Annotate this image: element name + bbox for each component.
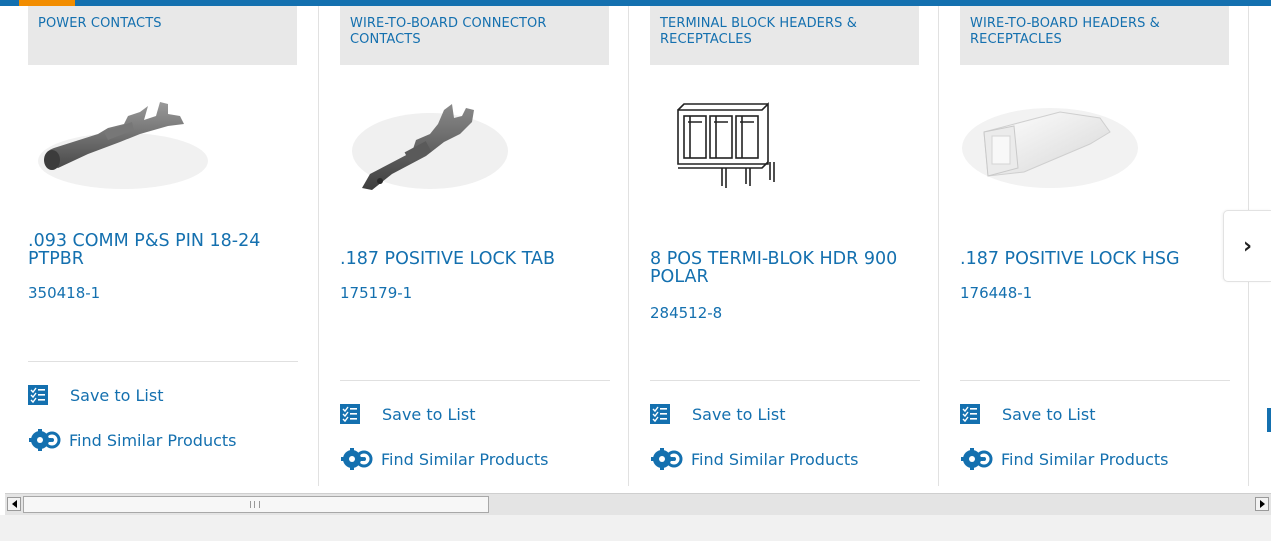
terminal-block-header-image[interactable] [650, 76, 919, 206]
product-name-link[interactable]: .187 POSITIVE LOCK TAB [340, 250, 620, 268]
save-to-list-button[interactable]: Save to List [650, 403, 785, 425]
tab-contact-image[interactable] [340, 76, 609, 206]
card-divider [28, 361, 298, 362]
find-similar-label: Find Similar Products [381, 449, 549, 469]
save-to-list-label: Save to List [692, 404, 786, 424]
save-to-list-button[interactable]: Save to List [340, 403, 475, 425]
gears-icon [29, 429, 61, 451]
product-name-link[interactable]: .093 COMM P&S PIN 18-24 PTPBR [28, 232, 308, 268]
product-card: POWER CONTACTS .093 COMM P&S PIN 18-24 P… [28, 6, 318, 486]
scrollbar-grip [250, 501, 260, 508]
save-to-list-button[interactable]: Save to List [960, 403, 1095, 425]
checklist-icon [650, 404, 670, 424]
product-name-link[interactable]: .187 POSITIVE LOCK HSG [960, 250, 1240, 268]
card-divider [650, 380, 920, 381]
part-number[interactable]: 176448-1 [960, 284, 1032, 302]
part-number[interactable]: 284512-8 [650, 304, 722, 322]
carousel-next-button[interactable]: › [1223, 210, 1271, 282]
card-divider [340, 380, 610, 381]
horizontal-scrollbar[interactable] [5, 493, 1271, 515]
product-card: TERMINAL BLOCK HEADERS & RECEPTACLES 8 P… [628, 6, 939, 486]
chevron-right-icon: › [1242, 233, 1253, 259]
product-card: WIRE-TO-BOARD CONNECTOR CONTACTS .187 PO… [318, 6, 629, 486]
find-similar-button[interactable]: Find Similar Products [960, 448, 1169, 470]
scrollbar-thumb[interactable] [23, 496, 489, 513]
find-similar-label: Find Similar Products [691, 449, 859, 469]
category-label[interactable]: WIRE-TO-BOARD HEADERS & RECEPTACLES [960, 6, 1229, 65]
product-carousel: POWER CONTACTS .093 COMM P&S PIN 18-24 P… [0, 6, 1271, 486]
save-to-list-label: Save to List [382, 404, 476, 424]
gears-icon [961, 448, 993, 470]
checklist-icon [1267, 408, 1271, 432]
part-number[interactable]: 350418-1 [28, 284, 100, 302]
save-to-list-label: Save to List [70, 385, 164, 405]
find-similar-label: Find Similar Products [1001, 449, 1169, 469]
scroll-right-arrow[interactable] [1255, 497, 1269, 511]
gears-icon [341, 448, 373, 470]
checklist-icon [340, 404, 360, 424]
housing-image[interactable] [960, 76, 1229, 206]
find-similar-button[interactable]: Find Similar Products [650, 448, 859, 470]
gears-icon [651, 448, 683, 470]
find-similar-button[interactable]: Find Similar Products [28, 429, 237, 451]
product-card: WIRE-TO-BOARD HEADERS & RECEPTACLES .187… [938, 6, 1249, 486]
part-number[interactable]: 175179-1 [340, 284, 412, 302]
save-to-list-label: Save to List [1002, 404, 1096, 424]
category-label[interactable]: TERMINAL BLOCK HEADERS & RECEPTACLES [650, 6, 919, 65]
checklist-icon [960, 404, 980, 424]
product-name-link[interactable]: 8 POS TERMI-BLOK HDR 900 POLAR [650, 250, 930, 286]
save-to-list-button[interactable]: Save to List [28, 384, 163, 406]
checklist-icon [28, 385, 48, 405]
find-similar-button[interactable]: Find Similar Products [340, 448, 549, 470]
card-divider [960, 380, 1230, 381]
pin-contact-image[interactable] [28, 76, 297, 206]
page-footer-area [0, 515, 1271, 541]
category-label[interactable]: POWER CONTACTS [28, 6, 297, 65]
scroll-left-arrow[interactable] [7, 497, 21, 511]
find-similar-label: Find Similar Products [69, 430, 237, 450]
category-label[interactable]: WIRE-TO-BOARD CONNECTOR CONTACTS [340, 6, 609, 65]
